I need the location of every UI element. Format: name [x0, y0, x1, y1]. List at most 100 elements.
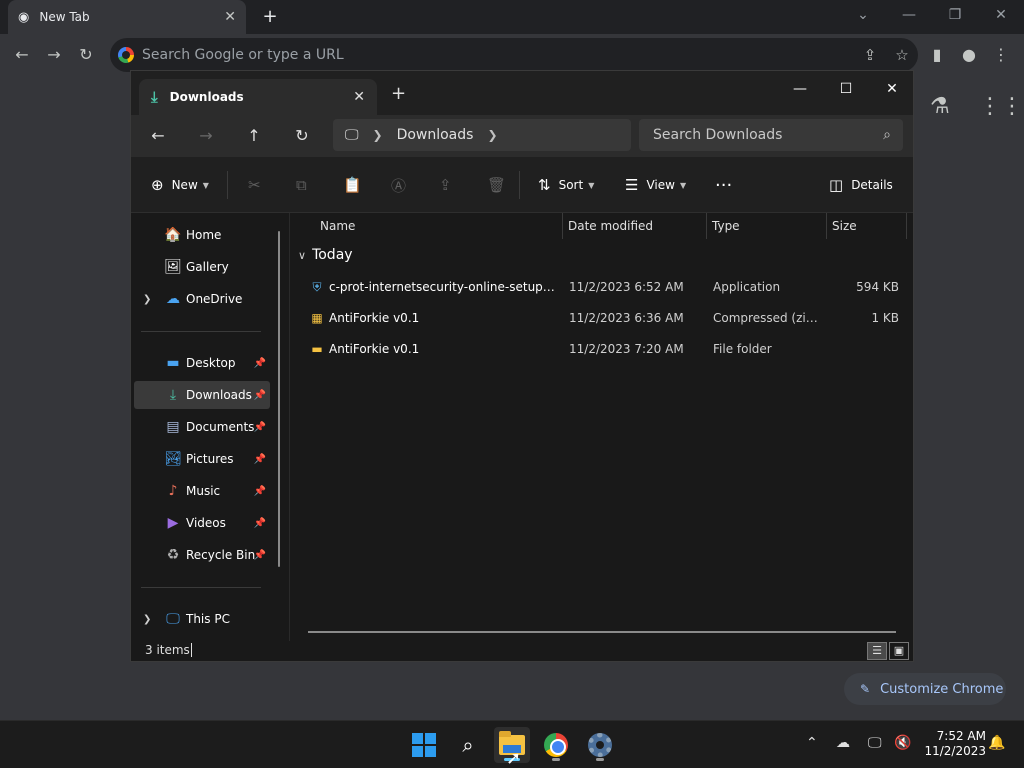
taskbar-settings[interactable]: [582, 727, 618, 763]
column-divider[interactable]: [826, 213, 827, 239]
profile-icon[interactable]: ●: [957, 43, 981, 67]
explorer-navbar: ← → ↑ ↻ 🖵 ❯ Downloads ❯ Search Downloads…: [131, 115, 913, 157]
restore-button[interactable]: ❐: [935, 4, 975, 26]
pin-icon[interactable]: 📌: [254, 454, 266, 465]
sidebar-item-home[interactable]: 🏠 Home: [134, 221, 270, 249]
more-options-icon[interactable]: ···: [715, 173, 732, 197]
back-arrow-icon[interactable]: ←: [143, 123, 173, 149]
chevron-right-icon[interactable]: ❯: [487, 128, 497, 142]
expand-chevron-icon[interactable]: ❯: [143, 614, 151, 625]
copy-icon[interactable]: ⧉: [296, 173, 307, 197]
file-row[interactable]: ▦ AntiForkie v0.1 11/2/2023 6:36 AM Comp…: [300, 304, 904, 332]
delete-icon[interactable]: 🗑: [487, 173, 506, 197]
apps-grid-icon[interactable]: ⋮⋮: [979, 94, 1023, 124]
view-button[interactable]: ☰ View ▼: [625, 173, 686, 197]
explorer-minimize-button[interactable]: —: [777, 75, 823, 103]
group-header-today[interactable]: ∨ Today: [298, 247, 353, 263]
back-arrow-icon[interactable]: ←: [10, 43, 34, 67]
column-divider[interactable]: [562, 213, 563, 239]
explorer-maximize-button[interactable]: ☐: [823, 75, 869, 103]
column-header-type[interactable]: Type: [712, 213, 740, 239]
reload-icon[interactable]: ↻: [74, 43, 98, 67]
chrome-tab-new-tab[interactable]: ◉ New Tab ✕: [8, 0, 246, 34]
address-location[interactable]: Downloads: [397, 127, 474, 143]
close-tab-icon[interactable]: ✕: [353, 89, 365, 105]
start-button[interactable]: [406, 727, 442, 763]
file-type: File folder: [713, 342, 772, 356]
sidebar-item-recycle-bin[interactable]: ♻ Recycle Bin 📌: [134, 541, 270, 569]
search-icon[interactable]: ⌕: [450, 727, 486, 763]
sidebar-item-videos[interactable]: ▶ Videos 📌: [134, 509, 270, 537]
file-name: AntiForkie v0.1: [329, 311, 420, 325]
volume-muted-icon[interactable]: 🔇: [894, 735, 911, 751]
pin-icon[interactable]: 📌: [254, 486, 266, 497]
file-row[interactable]: ⛨ c-prot-internetsecurity-online-setup-x…: [300, 273, 904, 301]
sidebar-item-label: Pictures: [186, 452, 234, 466]
column-header-date[interactable]: Date modified: [568, 213, 653, 239]
details-view-icon[interactable]: ☰: [867, 642, 887, 660]
explorer-titlebar: ⤓ Downloads ✕ + — ☐ ✕: [131, 71, 913, 115]
sidebar-item-this-pc[interactable]: ❯ 🖵 This PC: [134, 605, 270, 633]
paste-icon[interactable]: 📋: [343, 173, 362, 197]
zip-folder-icon: ▦: [311, 311, 323, 325]
column-header-size[interactable]: Size: [832, 213, 857, 239]
up-arrow-icon[interactable]: ↑: [239, 123, 269, 149]
share-icon[interactable]: ⇪: [854, 46, 886, 64]
taskbar-chrome[interactable]: [538, 727, 574, 763]
sidebar-item-music[interactable]: ♪ Music 📌: [134, 477, 270, 505]
sidebar-item-downloads[interactable]: ⤓ Downloads 📌: [134, 381, 270, 409]
sidebar-item-gallery[interactable]: 🖼 Gallery: [134, 253, 270, 281]
new-button[interactable]: ⊕ New ▼: [151, 173, 209, 197]
side-panel-icon[interactable]: ▮: [925, 43, 949, 67]
customize-chrome-button[interactable]: ✎ Customize Chrome: [844, 673, 1006, 705]
column-divider[interactable]: [706, 213, 707, 239]
bookmark-star-icon[interactable]: ☆: [886, 46, 918, 64]
sidebar-item-label: Gallery: [186, 260, 229, 274]
address-bar[interactable]: 🖵 ❯ Downloads ❯: [333, 119, 631, 151]
labs-flask-icon[interactable]: ⚗: [930, 94, 950, 124]
explorer-close-button[interactable]: ✕: [869, 75, 915, 103]
pin-icon[interactable]: 📌: [254, 358, 266, 369]
pin-icon[interactable]: 📌: [254, 550, 266, 561]
chevron-up-icon[interactable]: ⌃: [806, 735, 818, 751]
sidebar-item-documents[interactable]: ▤ Documents 📌: [134, 413, 270, 441]
horizontal-scrollbar[interactable]: [308, 631, 896, 633]
sidebar-item-desktop[interactable]: ▬ Desktop 📌: [134, 349, 270, 377]
chevron-right-icon[interactable]: ❯: [373, 128, 383, 142]
share-icon[interactable]: ⇪: [439, 173, 452, 197]
new-tab-button[interactable]: +: [258, 6, 282, 28]
sidebar-item-onedrive[interactable]: ❯ ☁ OneDrive: [134, 285, 270, 313]
pin-icon[interactable]: 📌: [254, 390, 266, 401]
pin-icon[interactable]: 📌: [254, 422, 266, 433]
sidebar-scrollbar[interactable]: [278, 231, 280, 567]
column-header-name[interactable]: Name: [320, 213, 355, 239]
sort-button[interactable]: ⇅ Sort ▼: [538, 173, 594, 197]
search-input[interactable]: Search Downloads ⌕: [639, 119, 903, 151]
menu-icon[interactable]: ⋮: [989, 43, 1013, 67]
tab-search-icon[interactable]: ⌄: [843, 4, 883, 26]
expand-chevron-icon[interactable]: ❯: [143, 294, 151, 305]
sidebar-item-pictures[interactable]: 🏞 Pictures 📌: [134, 445, 270, 473]
details-button[interactable]: ◫ Details: [829, 173, 893, 197]
close-tab-icon[interactable]: ✕: [224, 9, 236, 25]
divider: [141, 331, 261, 332]
sidebar-item-label: Desktop: [186, 356, 236, 370]
refresh-icon[interactable]: ↻: [287, 123, 317, 149]
omnibox[interactable]: Search Google or type a URL ⇪ ☆: [110, 38, 918, 72]
close-window-button[interactable]: ✕: [981, 4, 1021, 26]
explorer-tab-downloads[interactable]: ⤓ Downloads ✕: [139, 79, 377, 115]
pin-icon[interactable]: 📌: [254, 518, 266, 529]
onedrive-offline-icon[interactable]: ☁: [836, 735, 850, 751]
forward-arrow-icon[interactable]: →: [191, 123, 221, 149]
network-icon[interactable]: 🖵: [868, 735, 882, 751]
minimize-button[interactable]: —: [889, 4, 929, 26]
tiles-view-icon[interactable]: ▣: [889, 642, 909, 660]
new-explorer-tab-button[interactable]: +: [391, 83, 406, 104]
forward-arrow-icon[interactable]: →: [42, 43, 66, 67]
file-row[interactable]: ▬ AntiForkie v0.1 11/2/2023 7:20 AM File…: [300, 335, 904, 363]
notification-bell-icon[interactable]: 🔔: [988, 735, 1005, 751]
column-divider[interactable]: [906, 213, 907, 239]
rename-icon[interactable]: Ⓐ: [391, 173, 406, 197]
cut-icon[interactable]: ✂: [248, 173, 261, 197]
clock[interactable]: 7:52 AM 11/2/2023: [916, 729, 986, 759]
